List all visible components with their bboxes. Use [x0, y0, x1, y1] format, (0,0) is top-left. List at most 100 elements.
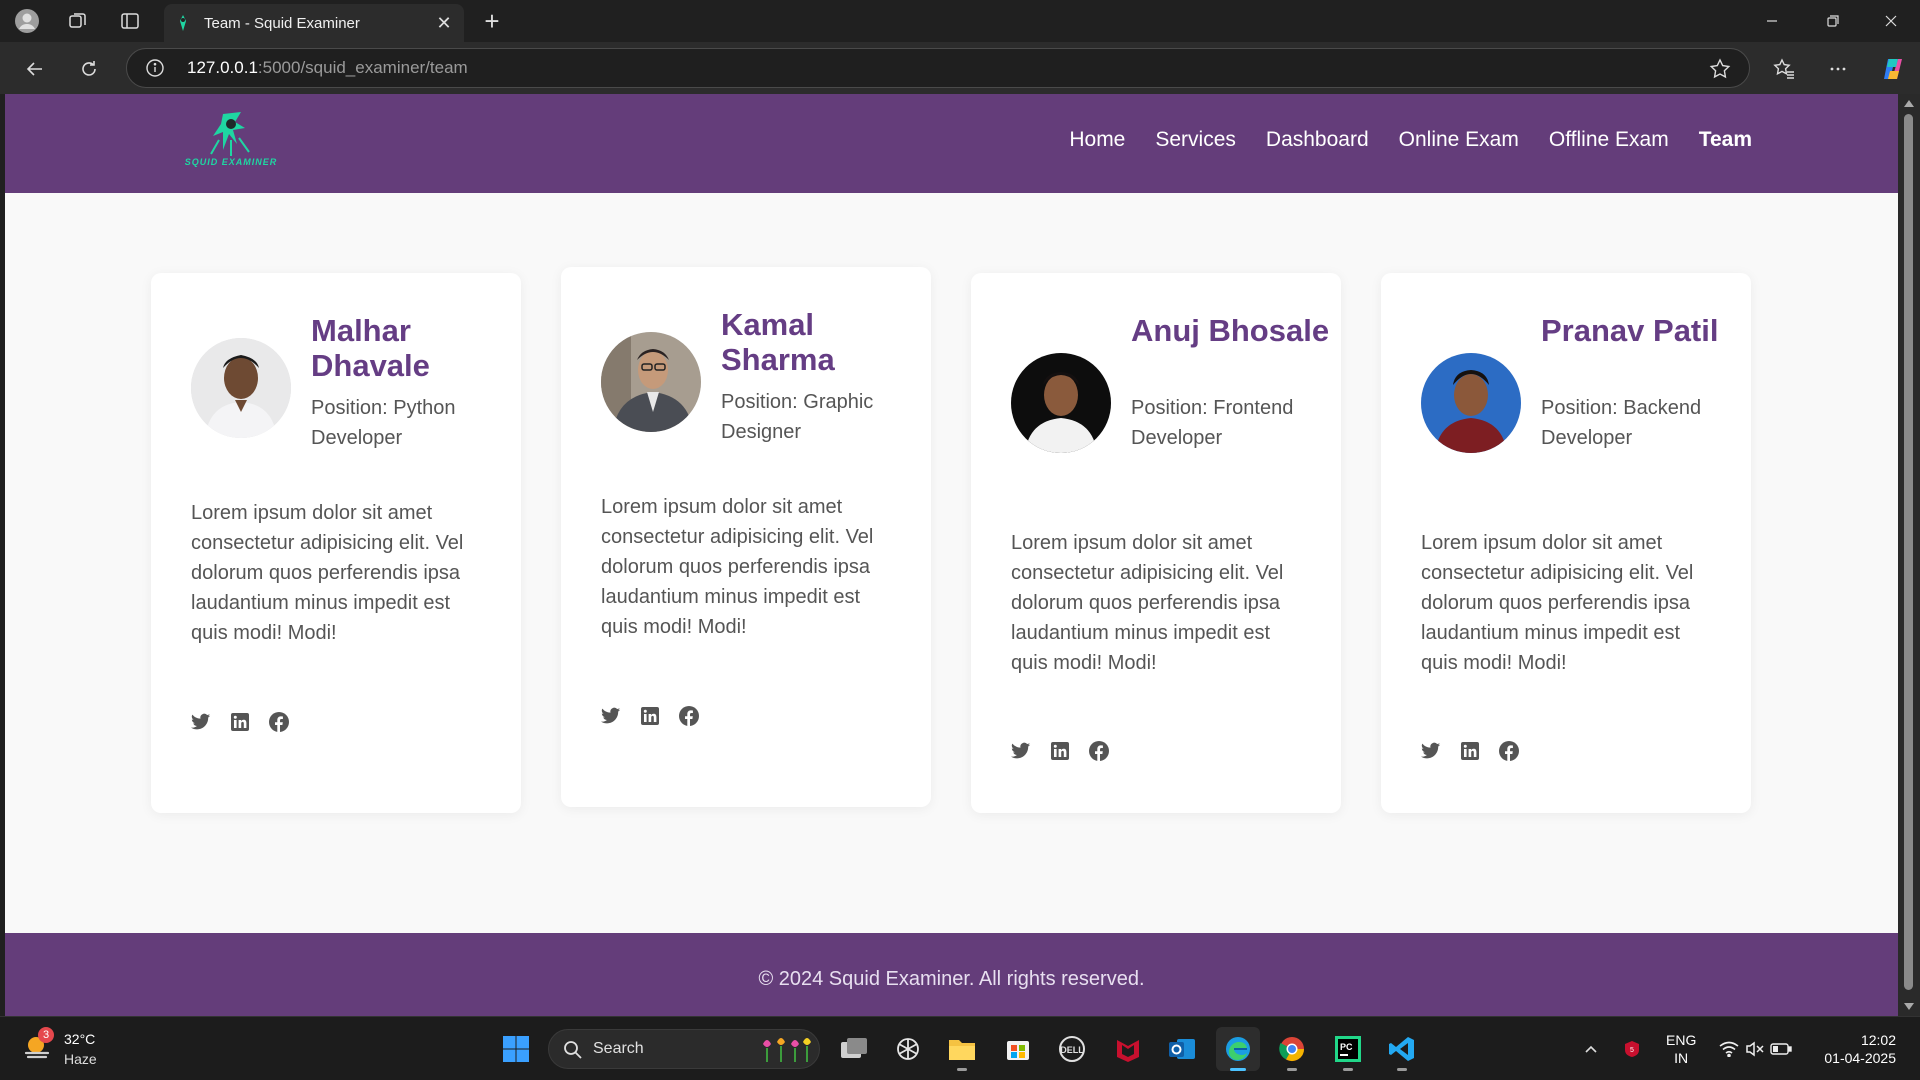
site-footer: © 2024 Squid Examiner. All rights reserv… [5, 933, 1898, 1016]
vscode-icon [1389, 1037, 1414, 1061]
more-options-icon[interactable] [1821, 52, 1855, 86]
outlook-icon [1169, 1039, 1195, 1059]
battery-icon [1768, 1042, 1794, 1056]
outlook-app[interactable] [1160, 1027, 1204, 1071]
back-arrow-icon[interactable] [18, 52, 52, 86]
copilot-icon[interactable] [1876, 52, 1910, 86]
vscode-app[interactable] [1380, 1027, 1424, 1071]
nav-offline-exam[interactable]: Offline Exam [1549, 128, 1669, 152]
clock-date: 01-04-2025 [1824, 1050, 1896, 1066]
tab-actions-icon[interactable] [116, 7, 144, 35]
task-view-button[interactable] [832, 1027, 876, 1071]
linkedin-icon[interactable] [1460, 741, 1480, 761]
member-name: Kamal Sharma [721, 307, 835, 377]
new-tab-icon[interactable]: + [478, 8, 506, 34]
taskbar-search[interactable]: Search [548, 1029, 820, 1069]
site-info-icon[interactable] [145, 58, 165, 83]
pycharm-app[interactable]: PC [1326, 1027, 1370, 1071]
clock[interactable]: 12:02 01-04-2025 [1812, 1017, 1896, 1080]
region-code: IN [1674, 1050, 1689, 1066]
facebook-icon[interactable] [1499, 741, 1519, 761]
svg-text:DELL: DELL [1060, 1045, 1084, 1055]
restore-icon[interactable] [1813, 8, 1853, 34]
close-window-icon[interactable] [1871, 8, 1911, 34]
avatar [191, 338, 291, 438]
scroll-up-arrow-icon[interactable] [1904, 100, 1914, 107]
chevron-up-icon[interactable] [1580, 1044, 1602, 1054]
copyright-text: © 2024 Squid Examiner. All rights reserv… [758, 968, 1145, 990]
twitter-icon[interactable] [601, 706, 621, 726]
facebook-icon[interactable] [269, 712, 289, 732]
member-name: Pranav Patil [1541, 313, 1719, 348]
twitter-icon[interactable] [1421, 741, 1441, 761]
language-indicator[interactable]: ENG IN [1666, 1017, 1696, 1080]
dell-icon: DELL [1059, 1036, 1085, 1062]
favorites-icon[interactable] [1767, 52, 1801, 86]
running-indicator [1397, 1068, 1407, 1071]
dell-app[interactable]: DELL [1050, 1027, 1094, 1071]
scroll-down-arrow-icon[interactable] [1904, 1003, 1914, 1010]
url-text[interactable]: 127.0.0.1:5000/squid_examiner/team [187, 58, 468, 78]
file-explorer-app[interactable] [940, 1027, 984, 1071]
member-name: Anuj Bhosale [1131, 313, 1330, 348]
logo-text: SQUID EXAMINER [171, 157, 291, 167]
browser-toolbar: 127.0.0.1:5000/squid_examiner/team [0, 42, 1920, 94]
nav-online-exam[interactable]: Online Exam [1399, 128, 1519, 152]
speaker-muted-icon [1742, 1041, 1768, 1057]
url-path: :5000/squid_examiner/team [257, 58, 468, 77]
page-scrollbar[interactable] [1898, 94, 1920, 1016]
chrome-app[interactable] [1270, 1027, 1314, 1071]
windows-logo-icon [503, 1036, 529, 1062]
language-code: ENG [1666, 1032, 1697, 1048]
squid-logo-icon [210, 112, 250, 156]
weather-alert-badge: 3 [38, 1027, 54, 1043]
member-position: Position: Frontend Developer [1131, 397, 1294, 449]
twitter-icon[interactable] [1011, 741, 1031, 761]
chatgpt-app[interactable] [886, 1027, 930, 1071]
favorite-star-icon[interactable] [1709, 58, 1731, 85]
linkedin-icon[interactable] [1050, 741, 1070, 761]
mcafee-app[interactable] [1106, 1027, 1150, 1071]
refresh-icon[interactable] [72, 52, 106, 86]
nav-dashboard[interactable]: Dashboard [1266, 128, 1369, 152]
main-nav: Home Services Dashboard Online Exam Offl… [1069, 128, 1752, 152]
twitter-icon[interactable] [191, 712, 211, 732]
pycharm-icon: PC [1335, 1036, 1361, 1062]
address-bar[interactable]: 127.0.0.1:5000/squid_examiner/team [126, 48, 1750, 88]
nav-services[interactable]: Services [1155, 128, 1236, 152]
minimize-icon[interactable] [1752, 8, 1792, 34]
nav-team[interactable]: Team [1699, 128, 1752, 152]
edge-app[interactable] [1216, 1027, 1260, 1071]
system-tray: 5 [1580, 1017, 1642, 1080]
social-links [1011, 741, 1109, 761]
weather-temperature: 32°C [64, 1031, 96, 1047]
social-links [1421, 741, 1519, 761]
linkedin-icon[interactable] [640, 706, 660, 726]
store-icon [1007, 1041, 1029, 1060]
browser-tab-bar: Team - Squid Examiner ✕ + [0, 0, 1920, 42]
linkedin-icon[interactable] [230, 712, 250, 732]
nav-home[interactable]: Home [1069, 128, 1125, 152]
search-label: Search [593, 1040, 644, 1057]
site-logo[interactable]: SQUID EXAMINER [171, 110, 291, 174]
quick-settings[interactable] [1716, 1017, 1794, 1080]
facebook-icon[interactable] [1089, 741, 1109, 761]
tab-team[interactable]: Team - Squid Examiner ✕ [164, 4, 464, 42]
workspaces-icon[interactable] [64, 7, 92, 35]
tray-app-icon[interactable]: 5 [1622, 1040, 1642, 1058]
weather-widget[interactable]: 3 32°C Haze [22, 1027, 142, 1071]
member-position: Position: Backend Developer [1541, 397, 1702, 449]
facebook-icon[interactable] [679, 706, 699, 726]
close-tab-icon[interactable]: ✕ [434, 13, 454, 34]
weather-condition: Haze [64, 1051, 97, 1067]
start-button[interactable] [494, 1027, 538, 1071]
running-indicator [1287, 1068, 1297, 1071]
site-favicon-icon [180, 15, 186, 31]
profile-icon[interactable] [13, 7, 41, 35]
folder-icon [949, 1040, 975, 1060]
chatgpt-icon [897, 1038, 919, 1060]
social-links [191, 712, 289, 732]
microsoft-store-app[interactable] [996, 1027, 1040, 1071]
scrollbar-thumb[interactable] [1904, 114, 1913, 990]
search-icon [564, 1041, 582, 1059]
